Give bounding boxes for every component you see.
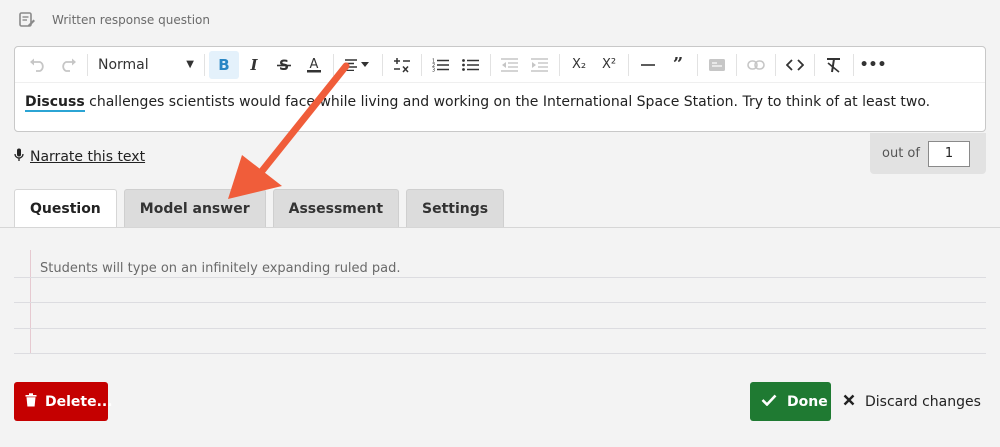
superscript-icon[interactable]: X² [594, 51, 624, 79]
toolbar-divider [736, 53, 737, 76]
delete-button[interactable]: Delete... [14, 382, 113, 421]
narrate-label: Narrate this text [30, 149, 146, 165]
tab-settings[interactable]: Settings [406, 189, 505, 227]
editor-tabs: Question Model answer Assessment Setting… [14, 189, 505, 227]
ruled-line [14, 277, 986, 278]
image-icon[interactable] [702, 51, 732, 79]
svg-text:A: A [310, 57, 319, 72]
ruled-line [14, 353, 986, 354]
close-icon [843, 394, 855, 410]
tab-divider [0, 227, 1000, 228]
italic-icon[interactable]: I [239, 51, 269, 79]
done-button[interactable]: Done [750, 382, 831, 421]
toolbar-divider [87, 53, 88, 76]
text-color-icon[interactable]: A [299, 51, 329, 79]
done-label: Done [787, 393, 828, 410]
toolbar-divider [333, 53, 334, 76]
formula-icon[interactable] [387, 51, 417, 79]
toolbar-divider [814, 53, 815, 76]
quote-icon[interactable]: ” [663, 51, 693, 79]
question-body: challenges scientists would face while l… [84, 94, 931, 110]
discard-changes-button[interactable]: Discard changes [843, 382, 981, 421]
editor-toolbar: Normal ▼ B I S A 123 X₂ X² ” ••• [15, 47, 985, 83]
ruled-line [14, 302, 986, 303]
redo-icon[interactable] [53, 51, 83, 79]
question-editor[interactable]: Normal ▼ B I S A 123 X₂ X² ” ••• Discuss… [14, 46, 986, 132]
chevron-down-icon: ▼ [186, 59, 194, 70]
more-icon[interactable]: ••• [858, 51, 888, 79]
points-panel: out of 1 [870, 133, 986, 174]
microphone-icon [14, 148, 24, 166]
question-emphasis: Discuss [25, 94, 85, 112]
points-input[interactable]: 1 [927, 140, 970, 167]
horizontal-rule-icon[interactable] [633, 51, 663, 79]
format-select[interactable]: Normal ▼ [92, 51, 200, 79]
strikethrough-icon[interactable]: S [269, 51, 299, 79]
toolbar-divider [559, 53, 560, 76]
clear-format-icon[interactable] [819, 51, 849, 79]
question-text[interactable]: Discuss challenges scientists would face… [15, 83, 985, 121]
tab-assessment[interactable]: Assessment [272, 189, 400, 227]
trash-icon [25, 392, 37, 411]
toolbar-divider [628, 53, 629, 76]
toolbar-divider [421, 53, 422, 76]
delete-label: Delete... [45, 393, 113, 410]
ruled-line [14, 328, 986, 329]
format-select-value: Normal [98, 56, 149, 73]
discard-label: Discard changes [865, 393, 981, 410]
tab-question[interactable]: Question [14, 189, 117, 227]
outdent-icon[interactable] [495, 51, 525, 79]
toolbar-divider [204, 53, 205, 76]
link-icon[interactable] [741, 51, 771, 79]
page-header: Written response question [18, 10, 210, 30]
indent-icon[interactable] [525, 51, 555, 79]
subscript-icon[interactable]: X₂ [564, 51, 594, 79]
toolbar-divider [853, 53, 854, 76]
tab-model-answer[interactable]: Model answer [123, 189, 266, 227]
ordered-list-icon[interactable]: 123 [426, 51, 456, 79]
response-preview: Students will type on an infinitely expa… [14, 250, 986, 354]
svg-text:3: 3 [432, 67, 435, 72]
toolbar-divider [382, 53, 383, 76]
align-icon[interactable] [338, 51, 378, 79]
toolbar-divider [775, 53, 776, 76]
undo-icon[interactable] [23, 51, 53, 79]
toolbar-divider [490, 53, 491, 76]
check-icon [761, 394, 777, 410]
bold-icon[interactable]: B [209, 50, 239, 79]
bullet-list-icon[interactable] [456, 51, 486, 79]
narrate-link[interactable]: Narrate this text [14, 148, 145, 166]
code-icon[interactable] [780, 51, 810, 79]
points-label: out of [882, 146, 920, 161]
toolbar-divider [697, 53, 698, 76]
response-placeholder: Students will type on an infinitely expa… [40, 261, 401, 276]
document-edit-icon [18, 11, 36, 29]
question-type-label: Written response question [52, 13, 210, 27]
